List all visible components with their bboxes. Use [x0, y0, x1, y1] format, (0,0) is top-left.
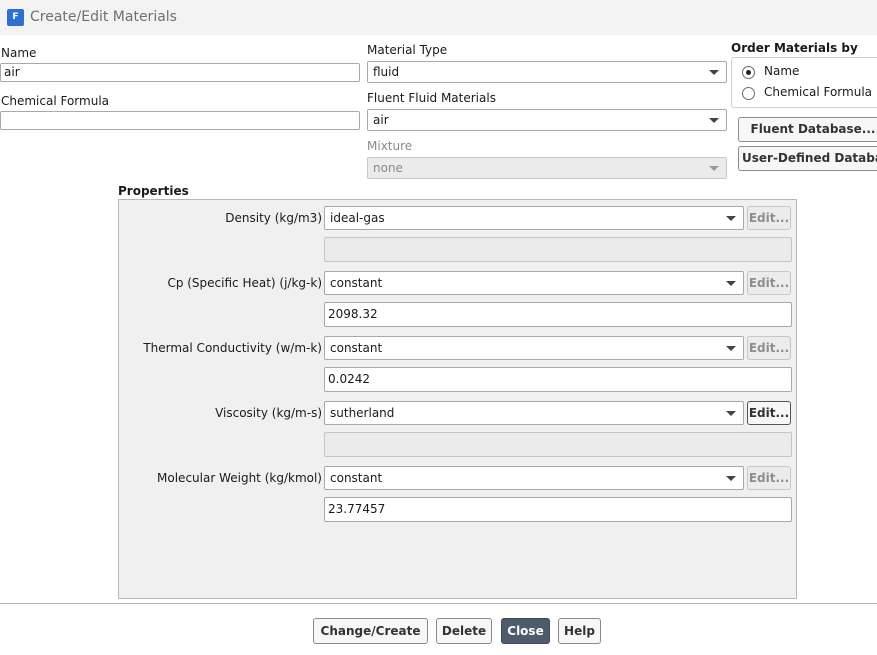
viscosity-method-value: sutherland — [330, 406, 395, 420]
cp-method-dropdown[interactable]: constant — [324, 271, 744, 295]
footer-divider — [0, 603, 877, 604]
window-title: Create/Edit Materials — [30, 9, 177, 25]
molecular-weight-method-value: constant — [330, 471, 383, 485]
fluent-database-button[interactable]: Fluent Database... — [738, 117, 877, 142]
viscosity-label: Viscosity (kg/m-s) — [215, 406, 322, 420]
name-label: Name — [1, 46, 37, 60]
density-method-dropdown[interactable]: ideal-gas — [324, 206, 744, 230]
chevron-down-icon — [726, 216, 736, 221]
viscosity-value-field[interactable] — [324, 432, 792, 457]
density-value-field[interactable] — [324, 237, 792, 262]
chevron-down-icon — [726, 281, 736, 286]
fluent-fluid-materials-value: air — [373, 113, 389, 127]
change-create-button[interactable]: Change/Create — [313, 618, 428, 644]
chevron-down-icon — [726, 411, 736, 416]
chemical-formula-input[interactable] — [0, 111, 360, 130]
chevron-down-icon — [726, 476, 736, 481]
material-type-dropdown[interactable]: fluid — [367, 61, 727, 83]
cp-edit-button[interactable]: Edit... — [747, 271, 791, 295]
delete-button[interactable]: Delete — [436, 618, 492, 644]
properties-heading: Properties — [118, 184, 189, 198]
thermal-conductivity-edit-button[interactable]: Edit... — [747, 336, 791, 360]
material-type-value: fluid — [373, 65, 400, 79]
thermal-conductivity-value-field[interactable]: 0.0242 — [324, 367, 792, 392]
density-edit-button[interactable]: Edit... — [747, 206, 791, 230]
thermal-conductivity-method-value: constant — [330, 341, 383, 355]
chevron-down-icon — [709, 70, 719, 75]
order-by-name-label[interactable]: Name — [764, 64, 799, 78]
density-label: Density (kg/m3) — [225, 211, 322, 225]
viscosity-edit-button[interactable]: Edit... — [747, 401, 791, 425]
viscosity-method-dropdown[interactable]: sutherland — [324, 401, 744, 425]
molecular-weight-edit-button[interactable]: Edit... — [747, 466, 791, 490]
fluent-fluid-materials-label: Fluent Fluid Materials — [367, 91, 496, 105]
name-input[interactable]: air — [0, 63, 360, 82]
chevron-down-icon — [709, 118, 719, 123]
molecular-weight-method-dropdown[interactable]: constant — [324, 466, 744, 490]
order-materials-by-label: Order Materials by — [731, 41, 858, 55]
order-by-chemical-formula-radio[interactable] — [742, 87, 755, 100]
thermal-conductivity-label: Thermal Conductivity (w/m-k) — [143, 341, 322, 355]
chevron-down-icon — [726, 346, 736, 351]
order-by-chemical-formula-label[interactable]: Chemical Formula — [764, 85, 872, 99]
cp-method-value: constant — [330, 276, 383, 290]
molecular-weight-value-field[interactable]: 23.77457 — [324, 497, 792, 522]
help-button[interactable]: Help — [558, 618, 601, 644]
chemical-formula-label: Chemical Formula — [1, 94, 110, 108]
cp-label: Cp (Specific Heat) (j/kg-k) — [167, 276, 322, 290]
mixture-label: Mixture — [367, 139, 413, 153]
order-by-name-radio[interactable] — [742, 66, 755, 79]
mixture-dropdown[interactable]: none — [367, 157, 727, 179]
cp-value-field[interactable]: 2098.32 — [324, 302, 792, 327]
thermal-conductivity-method-dropdown[interactable]: constant — [324, 336, 744, 360]
material-type-label: Material Type — [367, 43, 448, 57]
chevron-down-icon — [709, 166, 719, 171]
density-method-value: ideal-gas — [330, 211, 385, 225]
title-bar: F Create/Edit Materials — [0, 0, 877, 35]
order-materials-by-group: Name Chemical Formula — [731, 57, 877, 108]
user-defined-database-button[interactable]: User-Defined Database... — [738, 146, 877, 171]
fluent-fluid-materials-dropdown[interactable]: air — [367, 109, 727, 131]
fluent-app-icon: F — [7, 9, 24, 26]
close-button[interactable]: Close — [501, 618, 550, 644]
molecular-weight-label: Molecular Weight (kg/kmol) — [157, 471, 322, 485]
database-buttons-container: Fluent Database... User-Defined Database… — [738, 117, 877, 172]
mixture-value: none — [373, 161, 403, 175]
